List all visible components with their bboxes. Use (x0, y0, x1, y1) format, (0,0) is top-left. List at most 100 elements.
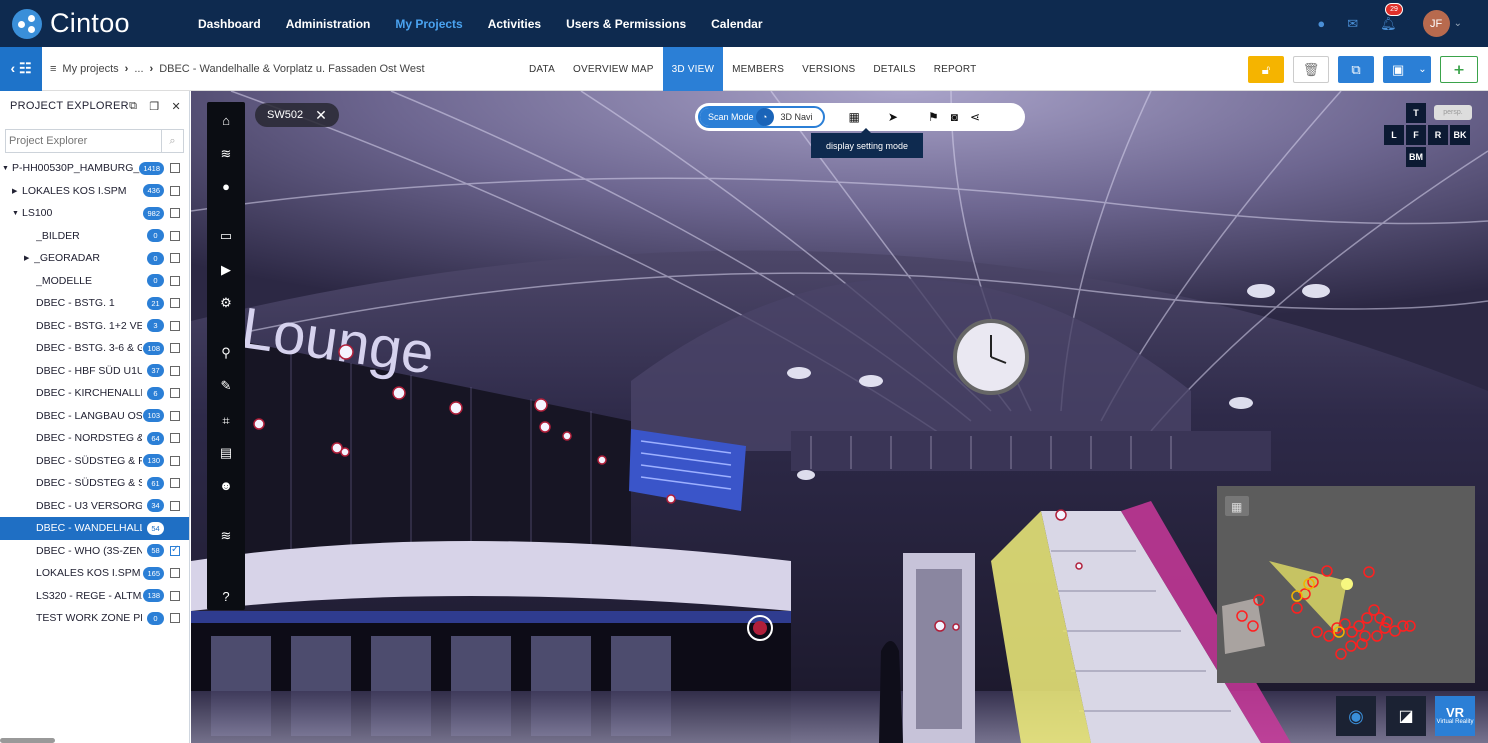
tree-item[interactable]: DBEC - HBF SÜD U1U3 37 (0, 360, 189, 383)
logo[interactable]: Cintoo (12, 8, 192, 39)
mode-toggle[interactable]: Scan Mode ◔ 3D Navi (698, 106, 825, 128)
tree-item[interactable]: LOKALES KOS I.SPM -165 (0, 562, 189, 585)
view-front[interactable]: F (1406, 125, 1426, 145)
tree-item[interactable]: DBEC - BSTG. 3-6 & G 108 (0, 337, 189, 360)
duplicate-icon[interactable]: ❐ (149, 100, 159, 113)
tree-item[interactable]: DBEC - NORDSTEG & 64 (0, 427, 189, 450)
user-icon[interactable]: ☻ (207, 478, 245, 493)
visibility-checkbox[interactable] (170, 433, 180, 444)
nav-calendar[interactable]: Calendar (711, 17, 762, 31)
tab-3d-view[interactable]: 3D VIEW (662, 47, 724, 91)
visibility-checkbox[interactable] (170, 230, 180, 241)
breadcrumb-root[interactable]: My projects (62, 63, 118, 75)
bell-icon[interactable]: 🔔︎ 29 (1380, 2, 1403, 32)
caret-down-icon[interactable]: ▼ (2, 165, 10, 172)
tree-item[interactable]: DBEC - WHO (3S-ZEN 58 (0, 540, 189, 563)
panel-icon[interactable]: ▤ (207, 445, 245, 461)
tab-data[interactable]: DATA (520, 47, 564, 91)
view-top[interactable]: T (1406, 103, 1426, 123)
visibility-checkbox[interactable] (170, 478, 180, 489)
perspective-toggle[interactable]: persp. (1434, 105, 1472, 120)
close-icon[interactable]: ✕ (315, 107, 327, 124)
tree-item[interactable]: ▼ LS100 982 (0, 202, 189, 225)
visibility-checkbox[interactable] (170, 500, 180, 511)
visibility-checkbox[interactable] (170, 275, 180, 286)
caret-right-icon[interactable]: ▶ (12, 187, 20, 195)
share-button[interactable]: ⧉ (1338, 56, 1374, 83)
gear-icon[interactable]: ⚙ (207, 295, 245, 311)
tree-item[interactable]: ▼ P-HH00530P_HAMBURG_ 1418 (0, 157, 189, 180)
visibility-checkbox[interactable] (170, 365, 180, 376)
avatar[interactable]: JF (1422, 10, 1450, 37)
tree-item[interactable]: DBEC - U3 VERSORGU 34 (0, 495, 189, 518)
visibility-checkbox[interactable] (170, 455, 180, 466)
camera-icon[interactable]: ◙ (951, 110, 958, 124)
tab-members[interactable]: MEMBERS (723, 47, 793, 91)
collapse-explorer-button[interactable]: ‹ ☷ (0, 46, 42, 91)
minimap[interactable]: ▦ (1217, 486, 1475, 683)
tree-item[interactable]: LS320 - REGE - ALTMA 138 (0, 585, 189, 608)
view-back[interactable]: BK (1450, 125, 1470, 145)
tree-item[interactable]: DBEC - WANDELHALL 54 (0, 517, 189, 540)
visibility-checkbox[interactable] (170, 613, 180, 624)
nav-users-permissions[interactable]: Users & Permissions (566, 17, 686, 31)
caret-right-icon[interactable]: ▶ (24, 254, 32, 262)
scrollbar[interactable] (0, 738, 55, 743)
screen-icon[interactable]: ▭ (207, 228, 245, 244)
tab-versions[interactable]: VERSIONS (793, 47, 864, 91)
nav-dashboard[interactable]: Dashboard (198, 17, 261, 31)
tab-report[interactable]: REPORT (925, 47, 986, 91)
3d-navi-label[interactable]: 3D Navi (774, 112, 823, 122)
search-icon[interactable]: ⌕ (161, 129, 183, 153)
visibility-checkbox[interactable] (170, 568, 180, 579)
tree-item[interactable]: DBEC - SÜDSTEG & P 130 (0, 450, 189, 473)
split-view-button[interactable]: ◪ (1386, 696, 1426, 736)
crop-icon[interactable]: ⌗ (207, 413, 245, 429)
nav-administration[interactable]: Administration (286, 17, 371, 31)
visibility-checkbox[interactable] (170, 343, 180, 354)
tree-item[interactable]: DBEC - BSTG. 1+2 VERI 3 (0, 315, 189, 338)
visibility-checkbox[interactable] (170, 163, 180, 174)
add-button[interactable]: ➕︎ (1440, 56, 1478, 83)
nav-activities[interactable]: Activities (488, 17, 541, 31)
visibility-checkbox[interactable] (170, 388, 180, 399)
flag-icon[interactable]: ⚑ (928, 110, 939, 124)
caret-down-icon[interactable]: ▼ (12, 210, 20, 217)
share-icon[interactable]: ⋖ (970, 110, 980, 124)
tree-item[interactable]: DBEC - BSTG. 1 21 (0, 292, 189, 315)
tree-item[interactable]: ▶ _GEORADAR 0 (0, 247, 189, 270)
present-dropdown-button[interactable]: ▣ ⌄ (1383, 56, 1431, 83)
nav-my-projects[interactable]: My Projects (395, 17, 462, 31)
scan-mode-button[interactable]: ◉ (1336, 696, 1376, 736)
tree-item[interactable]: _BILDER 0 (0, 225, 189, 248)
breadcrumb-ellipsis[interactable]: ... (134, 63, 143, 75)
tree-item[interactable]: TEST WORK ZONE PRÜ 0 (0, 607, 189, 630)
menu-icon[interactable]: ≡ (50, 63, 56, 75)
visibility-checkbox[interactable] (170, 544, 180, 556)
tree-item[interactable]: DBEC - LANGBAU OS 103 (0, 405, 189, 428)
layers-icon[interactable]: ≋ (207, 146, 245, 162)
tree-item[interactable]: ▶ LOKALES KOS I.SPM 436 (0, 180, 189, 203)
tree-item[interactable]: _MODELLE 0 (0, 270, 189, 293)
home-icon[interactable]: ⌂ (207, 113, 245, 128)
scan-mode-label[interactable]: Scan Mode (700, 108, 764, 126)
delete-button[interactable]: 🗑︎ (1293, 56, 1329, 83)
tab-overview-map[interactable]: OVERVIEW MAP (564, 47, 663, 91)
close-icon[interactable]: ✕ (171, 100, 181, 113)
visibility-checkbox[interactable] (170, 298, 180, 309)
tab-details[interactable]: DETAILS (864, 47, 924, 91)
copy-icon[interactable]: ⧉ (129, 100, 137, 113)
view-bottom[interactable]: BM (1406, 147, 1426, 167)
explorer-search-input[interactable] (6, 131, 161, 151)
pin-icon[interactable]: ⚲ (207, 345, 245, 361)
sphere-icon[interactable]: ● (207, 179, 245, 194)
mail-icon[interactable]: ✉ (1347, 16, 1358, 32)
vr-button[interactable]: VR Virtual Reality (1435, 696, 1475, 736)
help-icon[interactable]: ? (207, 589, 245, 604)
measure-icon[interactable]: ✎ (207, 378, 245, 394)
mode-switch-icon[interactable]: ◔ (755, 108, 774, 126)
view-right[interactable]: R (1428, 125, 1448, 145)
visibility-checkbox[interactable] (170, 253, 180, 264)
tree-item[interactable]: DBEC - SÜDSTEG & ST 61 (0, 472, 189, 495)
view-left[interactable]: L (1384, 125, 1404, 145)
